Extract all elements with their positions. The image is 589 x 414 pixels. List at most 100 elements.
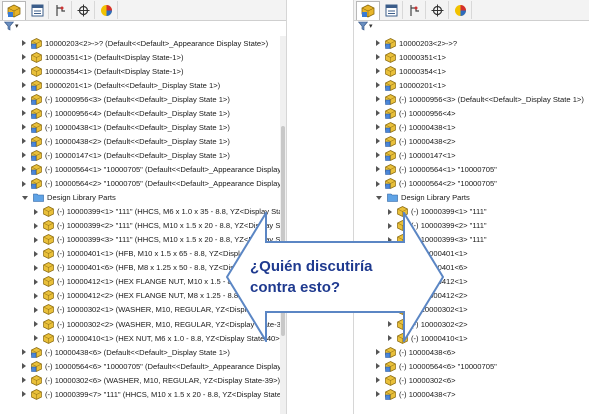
expand-arrow-right-icon[interactable] [34, 278, 38, 285]
expand-arrow-right-icon[interactable] [22, 377, 26, 384]
expand-arrow-right-icon[interactable] [22, 68, 26, 75]
tree-item-row[interactable]: (-) 10000956<4> [376, 106, 456, 120]
expand-arrow-right-icon[interactable] [22, 124, 26, 131]
tree-item-row[interactable]: (-) 10000399<7> "111" (HHCS, M10 x 1.5 x… [22, 387, 286, 401]
expand-arrow-right-icon[interactable] [376, 96, 380, 103]
feature-manager-icon [7, 4, 21, 18]
expand-arrow-right-icon[interactable] [22, 54, 26, 61]
tab-display-manager[interactable] [95, 1, 118, 19]
tree-item-row[interactable]: 10000203<2>->? (Default<<Default>_Appear… [22, 36, 268, 50]
expand-arrow-right-icon[interactable] [376, 152, 380, 159]
tree-item-row[interactable]: (-) 10000302<6> [376, 373, 456, 387]
expand-arrow-right-icon[interactable] [22, 82, 26, 89]
expand-arrow-right-icon[interactable] [34, 306, 38, 313]
tree-item-row[interactable]: (-) 10000438<2> [376, 134, 456, 148]
expand-arrow-right-icon[interactable] [376, 180, 380, 187]
tree-item-row[interactable]: (-) 10000564<1> "10000705" [376, 162, 497, 176]
expand-arrow-right-icon[interactable] [34, 208, 38, 215]
tab-feature-manager[interactable] [356, 1, 380, 20]
tree-item-label: (-) 10000438<1> (Default<<Default>_Displ… [45, 122, 230, 132]
manager-tab-bar [0, 0, 286, 21]
expand-arrow-right-icon[interactable] [376, 166, 380, 173]
tree-item-label: (-) 10000564<1> "10000705" (Default<<Def… [45, 164, 282, 174]
expand-arrow-right-icon[interactable] [376, 68, 380, 75]
tree-item-row[interactable]: (-) 10000956<3> (Default<<Default>_Displ… [22, 92, 230, 106]
assembly-icon [31, 93, 42, 105]
tab-display-manager[interactable] [449, 1, 472, 19]
property-manager-icon [31, 4, 43, 16]
tree-item-label: (-) 10000438<7> [399, 389, 456, 399]
expand-arrow-right-icon[interactable] [376, 110, 380, 117]
expand-arrow-right-icon[interactable] [22, 152, 26, 159]
tree-item-row[interactable]: 10000351<1> (Default<Display State-1>) [22, 50, 183, 64]
expand-arrow-right-icon[interactable] [376, 349, 380, 356]
expand-arrow-right-icon[interactable] [34, 321, 38, 327]
tree-item-row[interactable]: (-) 10000564<1> "10000705" (Default<<Def… [22, 162, 281, 176]
expand-arrow-down-icon[interactable] [22, 195, 28, 200]
tab-property-manager[interactable] [26, 1, 49, 19]
tab-dimxpert-manager[interactable] [72, 1, 95, 19]
expand-arrow-right-icon[interactable] [34, 222, 38, 229]
tree-item-row[interactable]: 10000201<1> (Default<<Default>_Display S… [22, 78, 220, 92]
tree-item-row[interactable]: (-) 10000438<6> [376, 345, 456, 359]
expand-arrow-right-icon[interactable] [22, 110, 26, 117]
expand-arrow-right-icon[interactable] [376, 391, 380, 398]
tree-item-row[interactable]: (-) 10000438<6> (Default<<Default>_Displ… [22, 345, 230, 359]
tree-filter[interactable]: ▾ [4, 21, 19, 31]
tree-item-row[interactable]: (-) 10000147<1> (Default<<Default>_Displ… [22, 148, 230, 162]
expand-arrow-right-icon[interactable] [34, 236, 38, 243]
tree-folder-row[interactable]: Design Library Parts [22, 191, 116, 205]
tree-folder-row[interactable]: Design Library Parts [376, 191, 470, 205]
tree-item-row[interactable]: (-) 10000564<6> "10000705" [376, 359, 497, 373]
expand-arrow-right-icon[interactable] [34, 264, 38, 271]
tree-item-row[interactable]: (-) 10000956<3> (Default<<Default>_Displ… [376, 92, 584, 106]
expand-arrow-right-icon[interactable] [376, 124, 380, 131]
tree-item-row[interactable]: 10000354<1> (Default<Display State-1>) [22, 64, 183, 78]
tree-item-label: Design Library Parts [47, 193, 116, 203]
assembly-icon [31, 346, 42, 358]
expand-arrow-right-icon[interactable] [22, 166, 26, 173]
assembly-icon [31, 178, 42, 189]
tree-item-row[interactable]: (-) 10000438<2> (Default<<Default>_Displ… [22, 134, 230, 148]
tree-item-row[interactable]: (-) 10000147<1> [376, 148, 456, 162]
tab-configuration-manager[interactable] [49, 1, 72, 19]
expand-arrow-right-icon[interactable] [22, 180, 26, 187]
tree-item-row[interactable]: (-) 10000438<1> [376, 120, 456, 134]
tree-item-row[interactable]: (-) 10000438<1> (Default<<Default>_Displ… [22, 120, 230, 134]
tree-item-row[interactable]: 10000201<1> [376, 78, 446, 92]
expand-arrow-right-icon[interactable] [22, 391, 26, 398]
expand-arrow-right-icon[interactable] [376, 363, 380, 370]
tree-item-row[interactable]: (-) 10000438<7> [376, 387, 456, 401]
expand-arrow-right-icon[interactable] [22, 349, 26, 356]
tree-filter[interactable]: ▾ [358, 21, 373, 31]
tab-dimxpert-manager[interactable] [426, 1, 449, 19]
tree-item-row[interactable]: (-) 10000564<2> "10000705" (Default<<Def… [22, 177, 281, 191]
folder-icon [387, 193, 398, 202]
part-icon [31, 65, 42, 77]
tree-item-row[interactable]: (-) 10000302<6> (WASHER, M10, REGULAR, Y… [22, 373, 280, 387]
tab-property-manager[interactable] [380, 1, 403, 19]
expand-arrow-right-icon[interactable] [34, 250, 38, 257]
tree-item-row[interactable]: (-) 10000956<4> (Default<<Default>_Displ… [22, 106, 230, 120]
display-manager-icon [454, 4, 466, 16]
tab-configuration-manager[interactable] [403, 1, 426, 19]
expand-arrow-right-icon[interactable] [376, 377, 380, 384]
tree-item-label: (-) 10000147<1> (Default<<Default>_Displ… [45, 150, 230, 160]
expand-arrow-down-icon[interactable] [376, 195, 382, 200]
tree-item-row[interactable]: (-) 10000564<2> "10000705" [376, 177, 497, 191]
expand-arrow-right-icon[interactable] [22, 40, 26, 46]
tab-feature-manager[interactable] [2, 1, 26, 20]
expand-arrow-right-icon[interactable] [376, 54, 380, 61]
expand-arrow-right-icon[interactable] [376, 40, 380, 46]
expand-arrow-right-icon[interactable] [376, 82, 380, 89]
tree-item-row[interactable]: 10000351<1> [376, 50, 446, 64]
expand-arrow-right-icon[interactable] [34, 292, 38, 299]
tree-item-row[interactable]: 10000354<1> [376, 64, 446, 78]
expand-arrow-right-icon[interactable] [376, 138, 380, 145]
expand-arrow-right-icon[interactable] [22, 363, 26, 370]
expand-arrow-right-icon[interactable] [34, 335, 38, 342]
expand-arrow-right-icon[interactable] [22, 138, 26, 145]
tree-item-row[interactable]: 10000203<2>->? [376, 36, 457, 50]
expand-arrow-right-icon[interactable] [22, 96, 26, 103]
tree-item-row[interactable]: (-) 10000564<6> "10000705" (Default<<Def… [22, 359, 281, 373]
